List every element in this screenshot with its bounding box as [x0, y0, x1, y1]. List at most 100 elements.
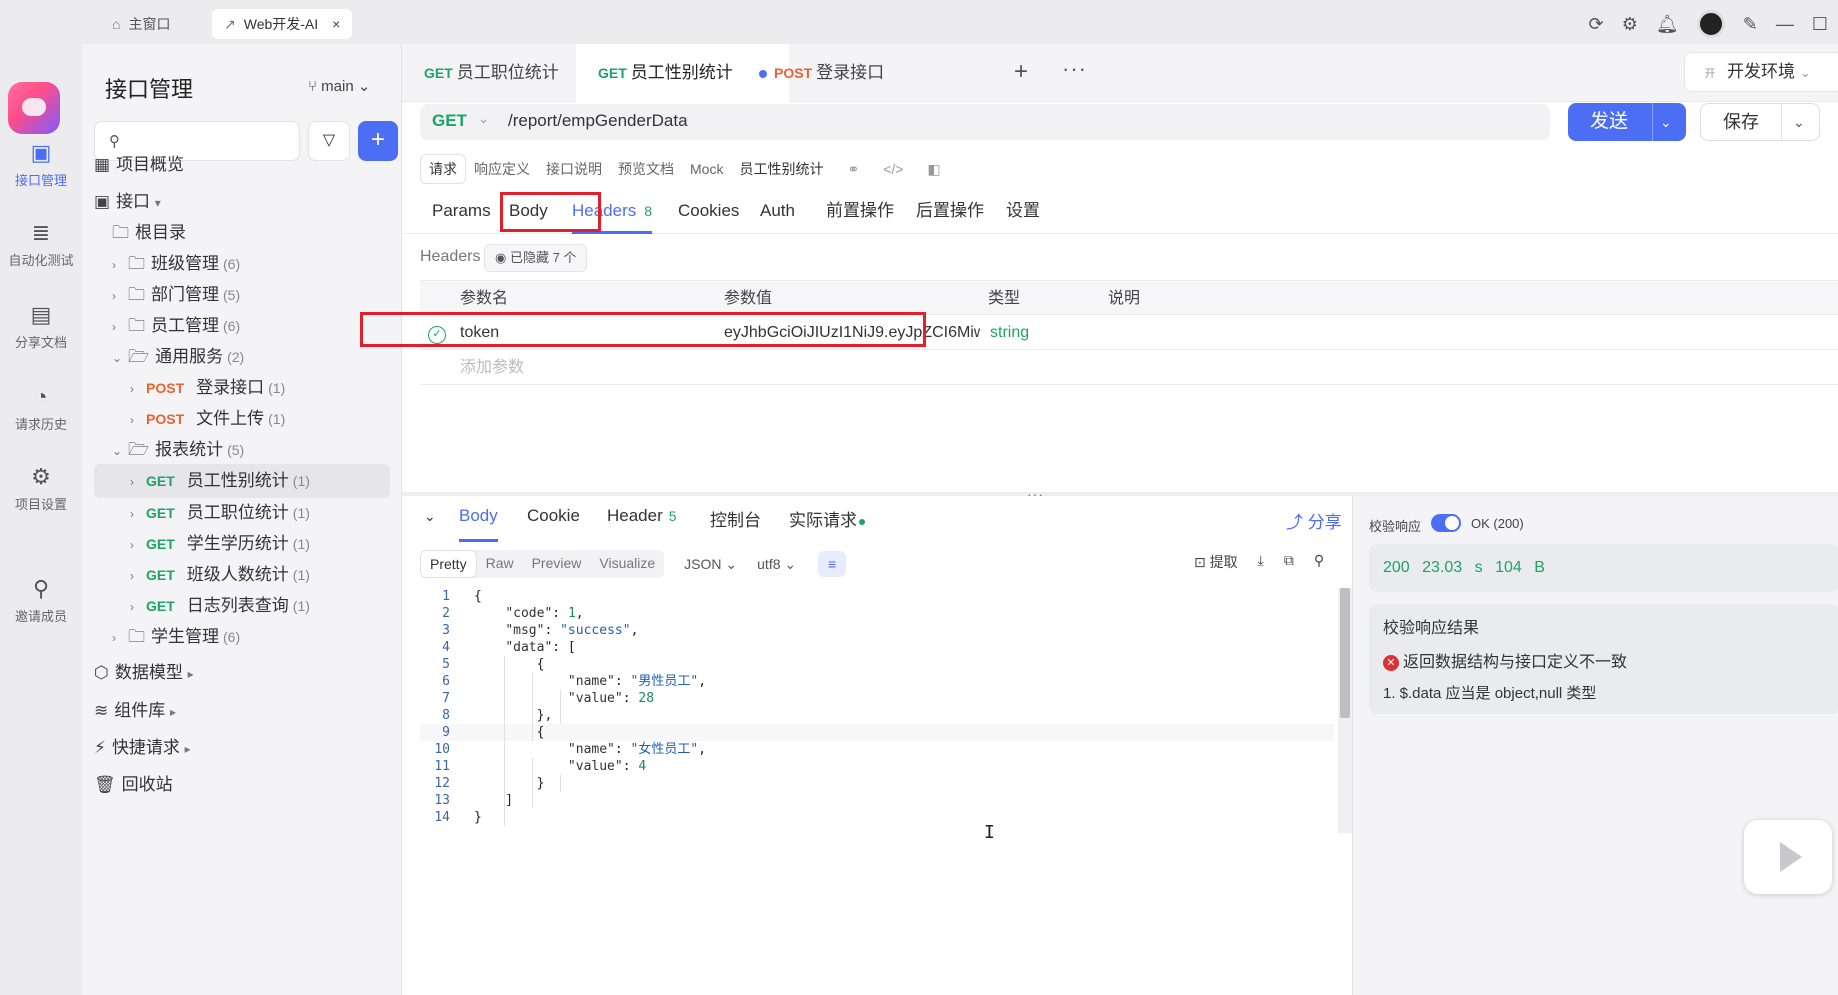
- tree-folder[interactable]: › 🗀︎ 员工管理 (6): [94, 309, 390, 343]
- response-code-editor[interactable]: 1{2 "code": 1, 3 "msg": "success", 4 "data…: [420, 588, 1352, 878]
- tree-endpoint-selected[interactable]: › GET 员工性别统计 (1): [94, 464, 390, 498]
- search-icon[interactable]: ⚲: [1314, 552, 1324, 572]
- chevron-down-icon[interactable]: ⌄: [1660, 103, 1672, 141]
- env-badge: 开: [1704, 68, 1716, 80]
- wrap-lines-icon[interactable]: ≡: [818, 551, 847, 577]
- format-preview[interactable]: Preview: [523, 550, 591, 578]
- rail-automation-test[interactable]: ≣ 自动化测试: [0, 220, 82, 269]
- code-line: 5 {: [420, 656, 1334, 673]
- copy-icon[interactable]: ⧉: [1284, 552, 1294, 572]
- tree-endpoint[interactable]: › GET 员工职位统计 (1): [94, 496, 390, 530]
- tab-response-cookie[interactable]: Cookie: [527, 506, 580, 542]
- subtab-mock[interactable]: Mock: [682, 157, 731, 181]
- more-icon[interactable]: ···: [1062, 56, 1087, 82]
- tree-endpoint[interactable]: › POST 登录接口 (1): [94, 371, 390, 405]
- sidebar-item-quick-request[interactable]: ⚡︎ 快捷请求 ▸: [94, 731, 390, 765]
- rail-request-history[interactable]: ◔ 请求历史: [0, 384, 82, 433]
- new-tab-button[interactable]: +: [1014, 58, 1028, 86]
- tree-folder[interactable]: ⌄ 🗁︎ 通用服务 (2): [94, 340, 390, 374]
- rail-api-management[interactable]: ▣ 接口管理: [0, 140, 82, 189]
- tab-console[interactable]: 控制台: [710, 506, 761, 542]
- tree-folder[interactable]: ⌄ 🗁︎ 报表统计 (5): [94, 433, 390, 467]
- save-button[interactable]: 保存 ⌄: [1700, 103, 1820, 141]
- tab-response-header[interactable]: Header 5: [607, 506, 677, 542]
- request-tab[interactable]: GET 员工职位统计: [402, 44, 581, 102]
- rail-invite-members[interactable]: ⚲ 邀请成员: [0, 576, 82, 625]
- maximize-icon[interactable]: ☐: [1812, 14, 1828, 35]
- url-bar[interactable]: GET ⌄ /report/empGenderData: [420, 104, 1550, 140]
- scrollbar-thumb[interactable]: [1340, 588, 1350, 718]
- send-button[interactable]: 发送 ⌄: [1568, 103, 1686, 141]
- add-param-placeholder[interactable]: 添加参数: [460, 350, 524, 385]
- tab-params[interactable]: Params: [432, 194, 491, 234]
- play-icon[interactable]: [1744, 820, 1832, 894]
- encoding-select[interactable]: utf8 ⌄: [757, 556, 796, 573]
- validate-toggle[interactable]: [1431, 514, 1461, 532]
- subtab-response-def[interactable]: 响应定义: [466, 155, 538, 183]
- app-logo[interactable]: [8, 82, 60, 134]
- rail-project-settings[interactable]: ⚙ 项目设置: [0, 464, 82, 513]
- chevron-down-icon[interactable]: ⌄: [424, 508, 436, 525]
- download-icon[interactable]: ⤓: [1258, 552, 1264, 572]
- extract-button[interactable]: ⊡ 提取: [1194, 552, 1238, 572]
- format-raw[interactable]: Raw: [477, 550, 523, 578]
- tab-actual-request[interactable]: 实际请求: [789, 506, 865, 542]
- subtab-request[interactable]: 请求: [420, 154, 466, 184]
- method-select[interactable]: GET: [432, 111, 467, 131]
- tree-endpoint[interactable]: › POST 文件上传 (1): [94, 402, 390, 436]
- tree-endpoint[interactable]: › GET 班级人数统计 (1): [94, 558, 390, 592]
- hidden-headers-toggle[interactable]: ◉ 已隐藏 7 个: [484, 244, 588, 272]
- tab-settings[interactable]: 设置: [1006, 194, 1040, 234]
- rail-label: 邀请成员: [14, 609, 67, 624]
- folder-count: (2): [227, 349, 245, 365]
- minimize-icon[interactable]: —: [1776, 14, 1794, 35]
- sidebar-item-api[interactable]: ▣ 接口 ▾: [94, 185, 390, 219]
- tree-endpoint[interactable]: › GET 学生学历统计 (1): [94, 527, 390, 561]
- panel-icon[interactable]: ◧: [919, 157, 948, 182]
- rail-share-docs[interactable]: ▤ 分享文档: [0, 302, 82, 351]
- tab-post-script[interactable]: 后置操作: [916, 194, 984, 234]
- environment-selector[interactable]: 开开发环境 ⌄: [1684, 52, 1838, 92]
- tab-cookies[interactable]: Cookies: [678, 194, 739, 234]
- tab-auth[interactable]: Auth: [760, 194, 795, 234]
- tree-folder[interactable]: › 🗀︎ 班级管理 (6): [94, 247, 390, 281]
- highlight-box: [500, 192, 601, 232]
- tab-response-body[interactable]: Body: [459, 506, 498, 542]
- sidebar-item-components[interactable]: ≋ 组件库 ▸: [94, 694, 390, 728]
- line-number: 5: [442, 657, 450, 672]
- format-visualize[interactable]: Visualize: [590, 550, 664, 578]
- refresh-icon[interactable]: ⟳: [1589, 14, 1604, 35]
- sidebar-item-recycle[interactable]: 🗑︎ 回收站: [94, 768, 390, 802]
- avatar[interactable]: [1696, 10, 1725, 38]
- quick-request-label: 快捷请求: [111, 738, 180, 757]
- sidebar-item-overview[interactable]: ▦ 项目概览: [94, 148, 390, 182]
- link-icon[interactable]: ⚭: [839, 157, 867, 182]
- tab-pre-script[interactable]: 前置操作: [826, 194, 894, 234]
- project-tab[interactable]: ↗ Web开发-AI ×: [212, 9, 353, 39]
- add-param-row[interactable]: 添加参数: [420, 350, 1838, 385]
- param-type-cell[interactable]: string: [990, 315, 1029, 350]
- share-button[interactable]: ⤴ 分享: [1286, 508, 1342, 533]
- sidebar-item-data-model[interactable]: ⬡ 数据模型 ▸: [94, 656, 390, 690]
- code-text: {: [474, 589, 482, 604]
- validate-label: 校验响应: [1369, 519, 1422, 534]
- gear-icon[interactable]: ⚙: [1622, 14, 1638, 35]
- subtab-preview-doc[interactable]: 预览文档: [610, 155, 682, 183]
- subtab-api-desc[interactable]: 接口说明: [538, 155, 610, 183]
- language-select[interactable]: JSON ⌄: [684, 556, 737, 573]
- home-window-tab[interactable]: ⌂ 主窗口: [100, 9, 182, 39]
- close-tab-icon[interactable]: ×: [332, 16, 340, 32]
- tree-root[interactable]: 🗀︎ 根目录: [94, 216, 390, 250]
- url-input[interactable]: /report/empGenderData: [508, 111, 688, 131]
- pin-icon[interactable]: ✎: [1743, 14, 1758, 35]
- request-tab[interactable]: POST 登录接口: [752, 44, 906, 102]
- tree-folder[interactable]: › 🗀︎ 学生管理 (6): [94, 620, 390, 654]
- code-icon[interactable]: </>: [875, 157, 911, 181]
- format-pretty[interactable]: Pretty: [420, 550, 477, 578]
- bell-icon[interactable]: 🔔︎: [1656, 14, 1679, 35]
- tree-endpoint[interactable]: › GET 日志列表查询 (1): [94, 589, 390, 623]
- chevron-down-icon[interactable]: ⌄: [1793, 104, 1805, 140]
- editor-scrollbar[interactable]: [1338, 588, 1352, 833]
- branch-selector[interactable]: ⑂ main ⌄: [308, 77, 370, 95]
- tree-folder[interactable]: › 🗀︎ 部门管理 (5): [94, 278, 390, 312]
